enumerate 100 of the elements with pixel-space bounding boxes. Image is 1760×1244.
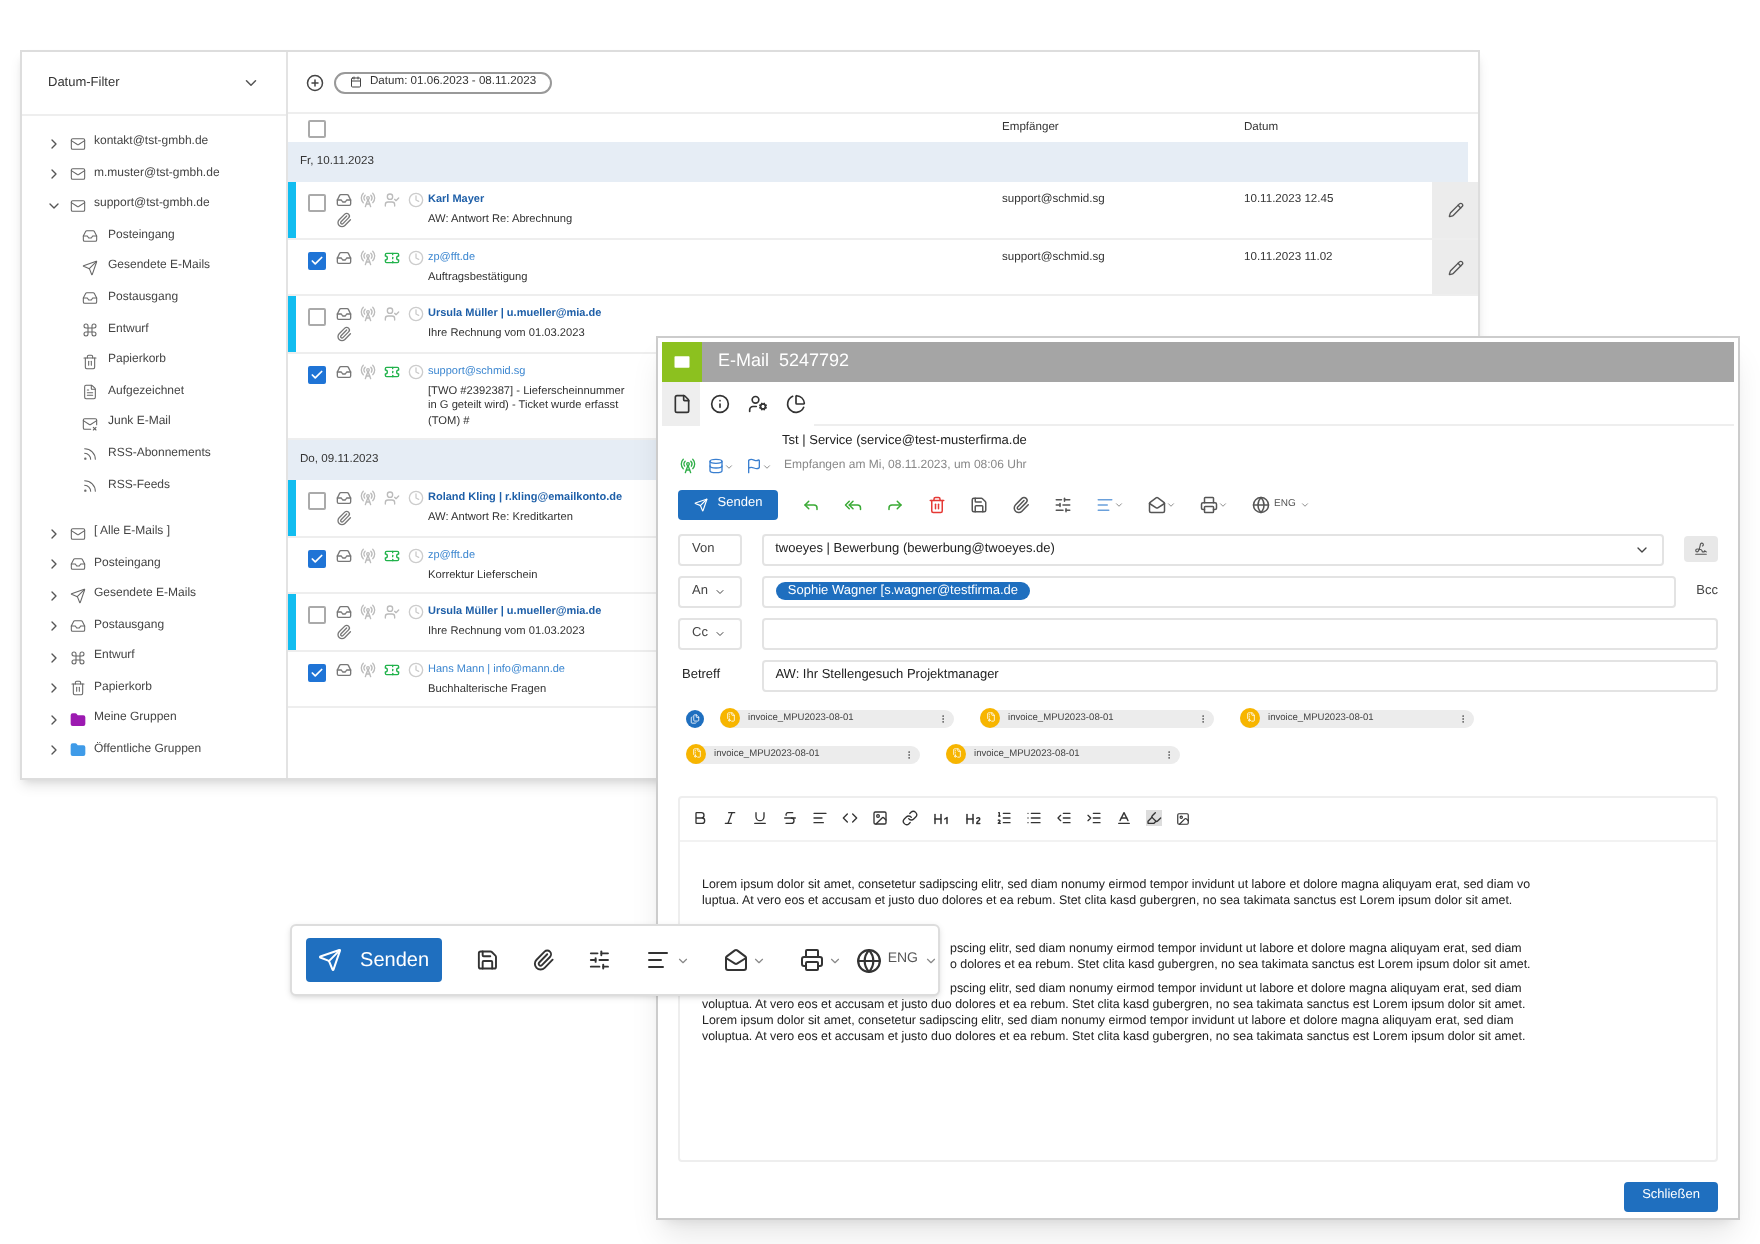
tray-icon xyxy=(336,547,352,563)
chevron-icon[interactable] xyxy=(46,680,62,697)
sliders-icon[interactable] xyxy=(588,948,612,972)
file-icon xyxy=(1240,707,1260,728)
save-icon[interactable] xyxy=(970,495,988,514)
checkbox[interactable] xyxy=(307,194,325,212)
underline-icon[interactable] xyxy=(752,810,768,827)
input-field[interactable] xyxy=(761,617,1718,650)
link-icon[interactable] xyxy=(902,810,918,827)
clock-icon xyxy=(408,604,424,620)
send-icon xyxy=(70,587,86,604)
highlight-icon[interactable] xyxy=(1146,810,1162,827)
edit-icon[interactable] xyxy=(1447,259,1463,275)
delete-icon[interactable] xyxy=(928,495,946,514)
ticket-icon[interactable] xyxy=(384,249,400,265)
sliders-icon[interactable] xyxy=(1054,495,1072,514)
heading-2-icon[interactable] xyxy=(964,809,982,828)
tray-icon xyxy=(70,618,86,635)
ordered-list-icon[interactable] xyxy=(996,810,1012,827)
indent-icon[interactable] xyxy=(1086,810,1102,827)
checkbox[interactable] xyxy=(307,549,325,567)
file-icon xyxy=(720,707,740,728)
chevron-icon[interactable] xyxy=(46,556,62,573)
ticket-icon[interactable] xyxy=(384,363,400,379)
image-icon[interactable] xyxy=(872,810,888,827)
tray-icon xyxy=(336,249,352,265)
paperclip-icon[interactable] xyxy=(531,948,555,972)
forward-icon[interactable] xyxy=(886,495,904,514)
chevron-icon[interactable] xyxy=(46,618,62,635)
code-icon[interactable] xyxy=(842,810,858,827)
edit-icon[interactable] xyxy=(1447,202,1463,218)
tray-icon xyxy=(336,306,352,322)
database-icon[interactable] xyxy=(708,458,724,475)
printer-icon[interactable] xyxy=(799,948,824,972)
save-icon[interactable] xyxy=(475,948,498,972)
chevron-icon[interactable] xyxy=(46,135,62,152)
chevron-icon xyxy=(713,585,726,598)
align-icon[interactable] xyxy=(812,810,828,827)
info-icon xyxy=(709,393,729,413)
image-icon[interactable] xyxy=(1176,811,1190,826)
command-icon xyxy=(70,649,86,666)
ticket-icon[interactable] xyxy=(384,547,400,563)
trash-icon xyxy=(82,353,98,370)
reply-icon[interactable] xyxy=(802,495,820,514)
antenna-icon xyxy=(360,547,376,563)
italic-icon[interactable] xyxy=(722,810,738,827)
checkbox[interactable] xyxy=(307,663,325,681)
ticket-icon[interactable] xyxy=(384,661,400,677)
chevron-icon[interactable] xyxy=(46,649,62,666)
chevron-icon[interactable] xyxy=(46,742,62,759)
outdent-icon[interactable] xyxy=(1056,810,1072,827)
clock-icon xyxy=(408,306,424,322)
bold-icon[interactable] xyxy=(692,810,708,827)
strikethrough-icon[interactable] xyxy=(782,810,798,827)
caret-icon[interactable] xyxy=(751,953,766,967)
chevron-icon[interactable] xyxy=(242,74,260,92)
reply-all-icon[interactable] xyxy=(844,495,862,514)
mail-x-icon xyxy=(82,415,98,432)
files-icon xyxy=(690,713,700,724)
text-color-icon[interactable] xyxy=(1116,810,1132,827)
add-icon[interactable] xyxy=(306,73,324,91)
checkbox[interactable] xyxy=(307,365,325,383)
chevron-icon[interactable] xyxy=(46,711,62,728)
caret-icon[interactable] xyxy=(675,953,690,967)
tab[interactable] xyxy=(662,381,700,425)
align-icon[interactable] xyxy=(645,948,670,972)
mail-open-icon[interactable] xyxy=(723,948,748,972)
unread-bar xyxy=(288,480,296,535)
chevron-icon[interactable] xyxy=(46,166,62,183)
chevron-icon[interactable] xyxy=(46,587,62,604)
tray-icon xyxy=(82,228,98,245)
user-gear-icon xyxy=(747,393,767,413)
chevron-icon[interactable] xyxy=(46,525,62,542)
printer-icon[interactable] xyxy=(1200,495,1218,514)
document-icon xyxy=(671,393,691,413)
send-icon xyxy=(318,948,343,972)
antenna-icon xyxy=(360,249,376,265)
antenna-icon xyxy=(360,490,376,506)
checkbox[interactable] xyxy=(307,251,325,269)
heading-1-icon[interactable] xyxy=(932,809,950,828)
antenna-icon xyxy=(360,192,376,208)
flag-icon[interactable] xyxy=(746,458,762,475)
checkbox[interactable] xyxy=(307,606,325,624)
clock-icon xyxy=(408,363,424,379)
mail-open-icon[interactable] xyxy=(1148,495,1166,514)
checkbox[interactable] xyxy=(307,308,325,326)
unread-bar xyxy=(288,594,296,649)
tray-icon xyxy=(70,556,86,573)
paperclip-icon[interactable] xyxy=(1012,495,1030,514)
antenna-icon[interactable] xyxy=(680,458,696,475)
checkbox[interactable] xyxy=(307,119,325,137)
caret-icon[interactable] xyxy=(827,953,842,967)
caret-icon[interactable] xyxy=(924,953,938,967)
globe-icon[interactable] xyxy=(855,947,882,973)
clock-icon xyxy=(408,192,424,208)
checkbox[interactable] xyxy=(307,492,325,510)
send-button[interactable]: Senden xyxy=(306,938,442,982)
globe-icon[interactable] xyxy=(1252,495,1270,514)
signature-button[interactable] xyxy=(1684,536,1718,563)
bullet-list-icon[interactable] xyxy=(1026,810,1042,827)
